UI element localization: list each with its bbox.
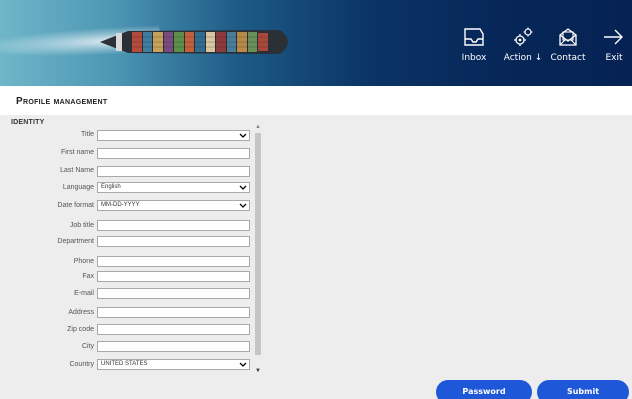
first-name-label: First name [60,149,94,156]
country-label: Country [69,361,94,368]
scrollbar-thumb[interactable] [255,133,261,355]
nav-inbox-label: Inbox [461,53,487,63]
country-value: UNITED STATES [101,361,148,367]
form-scrollbar[interactable]: ▲ ▼ [254,124,262,376]
section-title-identity: IDENTITY [11,119,45,126]
nav-contact[interactable]: Contact [550,0,586,86]
inbox-icon [464,28,484,46]
first-name-input[interactable] [97,148,250,159]
header-banner: Inbox Action ↓ Contact Exit [0,0,632,86]
profile-form-area: IDENTITY Title First name Last Name Lang… [0,115,632,399]
date-format-value: MM-DD-YYYY [101,202,140,208]
nav-inbox[interactable]: Inbox [459,0,489,86]
language-select[interactable]: English [97,182,250,193]
container-ship-image [100,30,288,54]
address-input[interactable] [97,307,250,318]
scroll-up-arrow-icon[interactable]: ▲ [254,124,262,130]
job-title-input[interactable] [97,220,250,231]
zip-code-input[interactable] [97,324,250,335]
date-format-select[interactable]: MM-DD-YYYY [97,200,250,211]
nav-exit-label: Exit [605,53,623,63]
nav-exit[interactable]: Exit [602,0,626,86]
scroll-down-arrow-icon[interactable]: ▼ [254,368,262,374]
language-label: Language [62,184,94,191]
phone-input[interactable] [97,256,250,267]
fax-input[interactable] [97,271,250,282]
phone-label: Phone [73,258,94,265]
department-input[interactable] [97,236,250,247]
title-label: Title [81,131,94,138]
nav-contact-label: Contact [550,53,586,63]
last-name-label: Last Name [60,167,94,174]
nav-action-label: Action ↓ [503,53,543,63]
city-input[interactable] [97,341,250,352]
country-select[interactable]: UNITED STATES [97,359,250,370]
fax-label: Fax [82,273,94,280]
department-label: Department [57,238,94,245]
gears-icon [514,27,533,46]
last-name-input[interactable] [97,166,250,177]
page-title: Profile management [16,96,108,107]
job-title-label: Job title [69,222,94,229]
chevron-down-icon [239,133,247,138]
email-input[interactable] [97,288,250,299]
chevron-down-icon [239,362,247,367]
submit-button[interactable]: Submit [537,380,629,399]
chevron-down-icon [239,185,247,190]
language-value: English [101,184,121,190]
envelope-icon [559,28,577,46]
address-label: Address [68,309,94,316]
password-button[interactable]: Password [436,380,532,399]
exit-arrow-icon [604,29,623,45]
email-label: E-mail [74,290,94,297]
date-format-label: Date format [57,202,94,209]
nav-action[interactable]: Action ↓ [503,0,543,86]
zip-code-label: Zip code [67,326,94,333]
chevron-down-icon [239,203,247,208]
title-select[interactable] [97,130,250,141]
city-label: City [81,343,94,350]
